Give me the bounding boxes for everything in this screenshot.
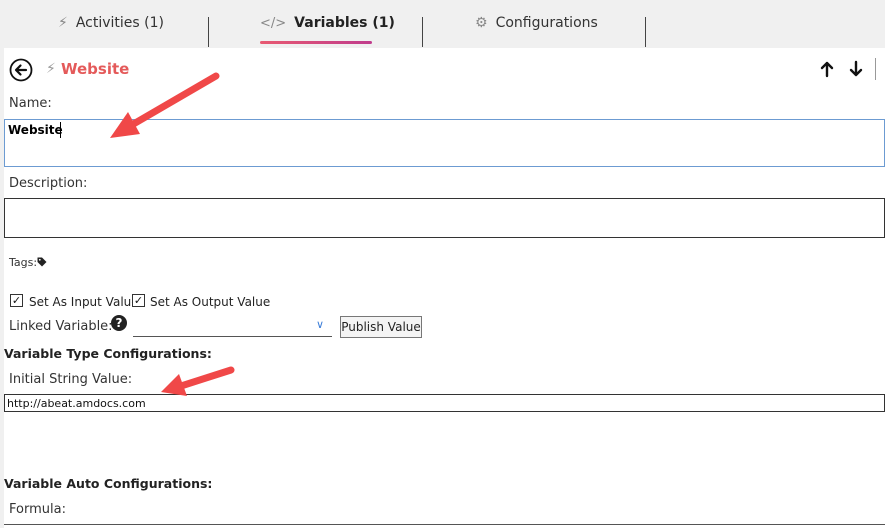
active-tab-indicator <box>260 41 372 44</box>
code-icon: </> <box>260 15 287 31</box>
help-icon[interactable]: ? <box>111 315 127 331</box>
description-label: Description: <box>9 176 88 191</box>
set-output-checkbox[interactable]: ✓ <box>132 294 145 307</box>
tags-label: Tags: <box>9 256 38 269</box>
tab-separator <box>208 17 209 47</box>
tag-icon[interactable] <box>37 257 47 267</box>
name-input-value: Website <box>8 123 63 137</box>
tab-separator <box>422 17 423 47</box>
type-config-heading: Variable Type Configurations: <box>4 346 212 361</box>
tab-variables[interactable]: </> Variables (1) <box>260 0 395 46</box>
initial-string-value: http://abeat.amdocs.com <box>7 397 146 410</box>
tab-configurations-label: Configurations <box>495 15 598 31</box>
text-caret <box>60 122 61 138</box>
formula-input[interactable] <box>4 524 885 525</box>
initial-string-label: Initial String Value: <box>9 372 133 387</box>
tab-activities-label: Activities (1) <box>75 15 164 31</box>
linked-variable-label: Linked Variable: <box>9 319 113 334</box>
panel-divider <box>875 58 876 80</box>
name-input[interactable] <box>4 119 885 167</box>
set-input-label: Set As Input Value <box>29 295 139 309</box>
gear-icon: ⚙ <box>475 15 488 31</box>
chevron-down-icon[interactable]: ∨ <box>316 318 324 331</box>
bolt-icon: ⚡︎ <box>46 61 56 77</box>
publish-value-button[interactable]: Publish Value <box>340 316 422 338</box>
linked-variable-select[interactable] <box>133 318 332 337</box>
page-title: Website <box>61 60 130 78</box>
formula-label: Formula: <box>9 502 66 517</box>
description-input[interactable] <box>4 198 885 238</box>
back-arrow-icon[interactable] <box>9 58 33 82</box>
tab-configurations[interactable]: ⚙ Configurations <box>475 0 598 46</box>
auto-config-heading: Variable Auto Configurations: <box>4 476 213 491</box>
arrow-down-icon[interactable] <box>848 60 864 78</box>
tab-variables-label: Variables (1) <box>294 15 395 31</box>
arrow-up-icon[interactable] <box>819 60 835 78</box>
tab-activities[interactable]: ⚡︎ Activities (1) <box>58 0 164 46</box>
name-label: Name: <box>9 96 52 111</box>
set-input-checkbox[interactable]: ✓ <box>10 294 23 307</box>
set-output-label: Set As Output Value <box>150 295 271 309</box>
bolt-icon: ⚡︎ <box>58 15 68 31</box>
tab-separator <box>645 17 646 47</box>
